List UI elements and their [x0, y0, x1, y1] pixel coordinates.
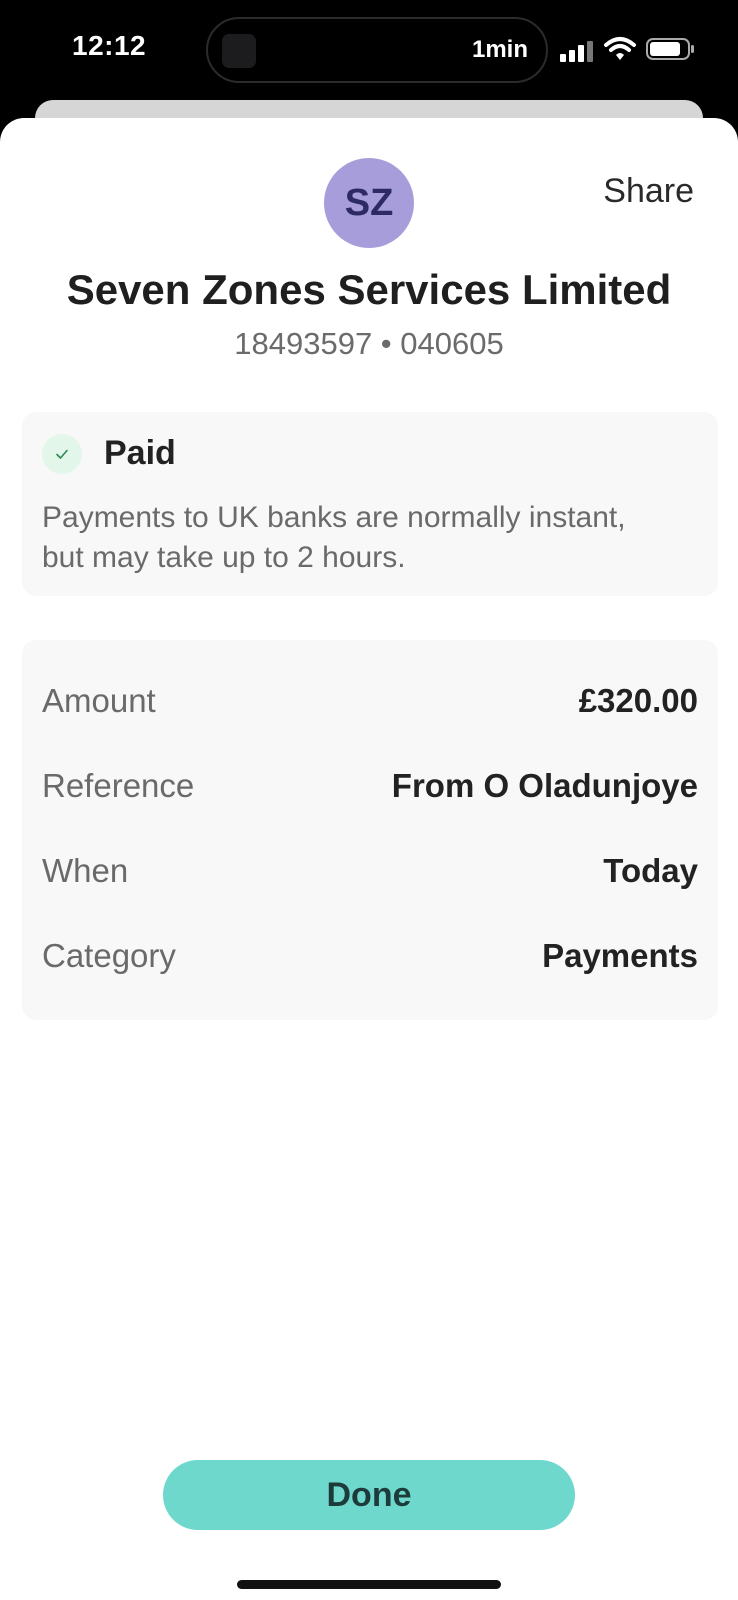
detail-row-when: When Today [42, 852, 698, 902]
share-button[interactable]: Share [603, 172, 694, 211]
account-details: 18493597 • 040605 [234, 326, 504, 361]
status-time: 12:12 [72, 30, 147, 61]
status-bar: 12:12 1min [0, 0, 738, 100]
detail-value: Payments [542, 937, 698, 974]
payment-status-card: Paid Payments to UK banks are normally i… [22, 412, 718, 596]
wifi-icon [604, 37, 636, 60]
battery-icon [646, 38, 694, 60]
done-button[interactable]: Done [163, 1460, 575, 1530]
detail-label: Reference [42, 767, 195, 804]
detail-value: Today [603, 852, 698, 889]
detail-row-amount: Amount £320.00 [42, 682, 698, 732]
detail-label: Amount [42, 682, 156, 719]
status-label: Paid [104, 434, 176, 472]
detail-label: When [42, 852, 129, 889]
home-indicator[interactable] [237, 1580, 501, 1589]
payee-avatar: SZ [324, 158, 414, 248]
payee-name: Seven Zones Services Limited [66, 266, 672, 313]
detail-label: Category [42, 937, 176, 974]
detail-value: £320.00 [578, 682, 698, 719]
detail-row-reference: Reference From O Oladunjoye [42, 767, 698, 817]
transfer-detail-screen: 12:12 1min SZ Share Seven Zones Services… [0, 0, 738, 1600]
avatar-initials: SZ [344, 181, 394, 224]
island-timer-label: 1min [471, 36, 528, 63]
signal-icon [560, 40, 593, 62]
island-app-icon [222, 34, 256, 68]
dynamic-island: 1min [206, 17, 548, 83]
check-icon [42, 434, 82, 474]
payment-details-card: Amount £320.00 Reference From O Oladunjo… [22, 640, 718, 1020]
detail-row-category[interactable]: Category Payments [42, 937, 698, 987]
status-note: Payments to UK banks are normally instan… [42, 501, 626, 574]
transaction-sheet: SZ Share Seven Zones Services Limited 18… [0, 118, 738, 1600]
detail-value: From O Oladunjoye [391, 767, 698, 804]
